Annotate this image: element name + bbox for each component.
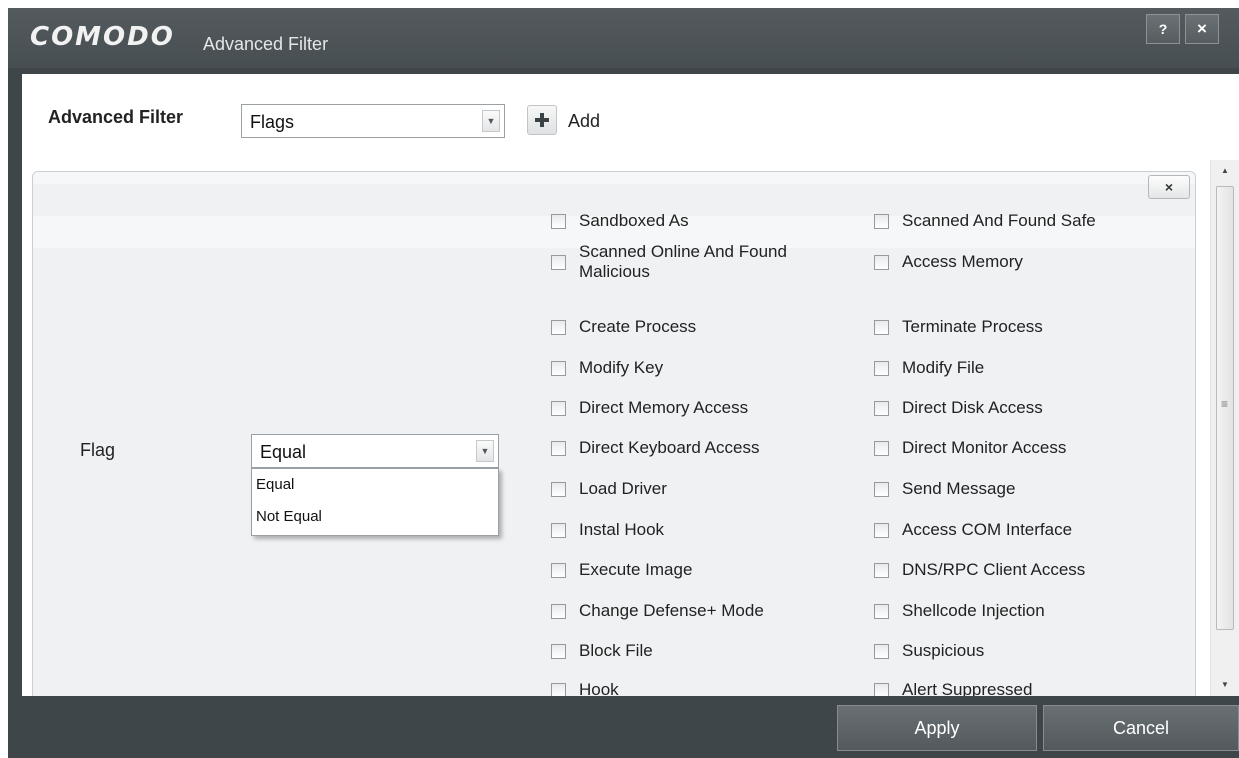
flag-checkbox-label: Modify File	[902, 358, 985, 377]
checkbox-box[interactable]	[874, 361, 889, 376]
window-title: Advanced Filter	[203, 34, 329, 54]
grip-icon: ≡	[1221, 397, 1229, 411]
flag-checkbox-label: Execute Image	[579, 560, 693, 579]
help-button[interactable]: ?	[1146, 14, 1180, 44]
advanced-filter-label: Advanced Filter	[48, 107, 184, 127]
flag-checkbox-label: Direct Disk Access	[902, 398, 1043, 417]
checkbox-box[interactable]	[551, 361, 566, 376]
checkbox-box[interactable]	[874, 482, 889, 497]
checkbox-box[interactable]	[874, 604, 889, 619]
row-stripe	[33, 172, 1195, 184]
chevron-down-icon[interactable]: ▼	[482, 110, 500, 132]
flag-checkbox-label: Direct Keyboard Access	[579, 438, 760, 457]
checkbox-box[interactable]	[551, 563, 566, 578]
flag-checkbox-label: Instal Hook	[579, 520, 665, 539]
checkbox-box[interactable]	[551, 644, 566, 659]
checkbox-box[interactable]	[874, 441, 889, 456]
checkbox-box[interactable]	[551, 441, 566, 456]
flag-checkbox-label: Terminate Process	[902, 317, 1043, 336]
checkbox-box[interactable]	[874, 563, 889, 578]
flag-checkbox-label: Direct Monitor Access	[902, 438, 1067, 457]
cancel-button[interactable]: Cancel	[1043, 705, 1239, 751]
flag-checkbox-label: Load Driver	[579, 479, 667, 498]
operator-value: Equal	[260, 442, 307, 462]
flag-checkbox-label: Scanned And Found Safe	[902, 211, 1096, 230]
checkbox-box[interactable]	[874, 320, 889, 335]
filter-type-dropdown[interactable]: Flags ▼	[241, 104, 505, 138]
chevron-down-icon[interactable]: ▼	[476, 440, 494, 462]
flag-checkbox-label: Send Message	[902, 479, 1016, 498]
comodo-logo: COMODO	[30, 22, 175, 52]
checkbox-box[interactable]	[874, 401, 889, 416]
filter-type-value: Flags	[250, 112, 295, 132]
flag-checkbox-label: Alert Suppressed	[902, 680, 1033, 696]
scroll-up-arrow-icon[interactable]: ▲	[1211, 160, 1239, 182]
checkbox-box[interactable]	[551, 523, 566, 538]
flag-checkbox-label: Sandboxed As	[579, 211, 689, 230]
flag-checkbox-label: Change Defense+ Mode	[579, 601, 764, 620]
plus-icon	[535, 113, 549, 127]
add-filter-button[interactable]	[527, 105, 557, 135]
apply-button[interactable]: Apply	[837, 705, 1037, 751]
flag-checkbox-label: Block File	[579, 641, 653, 660]
flag-filter-panel: × Flag Equal ▼ Equal Not Equal Sandboxed…	[32, 171, 1196, 696]
advanced-filter-window: COMODO Advanced Filter ? × Advanced Filt…	[8, 8, 1239, 758]
checkbox-box[interactable]	[874, 683, 889, 696]
flag-checkbox-label: Hook	[579, 680, 619, 696]
checkbox-box[interactable]	[874, 214, 889, 229]
checkbox-box[interactable]	[551, 401, 566, 416]
checkbox-box[interactable]	[551, 482, 566, 497]
checkbox-box[interactable]	[874, 644, 889, 659]
operator-dropdown[interactable]: Equal ▼	[251, 434, 499, 468]
flag-checkbox-label: Direct Memory Access	[579, 398, 749, 417]
checkbox-box[interactable]	[551, 320, 566, 335]
flag-field-label: Flag	[80, 440, 116, 460]
flag-checkbox-label: Access COM Interface	[902, 520, 1073, 539]
checkbox-box[interactable]	[874, 523, 889, 538]
checkbox-box[interactable]	[551, 255, 566, 270]
operator-options-list: Equal Not Equal	[251, 468, 499, 536]
operator-option-equal[interactable]: Equal	[256, 476, 294, 493]
flag-checkbox-label: Access Memory	[902, 252, 1023, 271]
flag-checkbox-label: Scanned Online And Found Malicious	[579, 242, 787, 281]
checkbox-box[interactable]	[874, 255, 889, 270]
scroll-thumb[interactable]: ≡	[1216, 186, 1234, 630]
scroll-down-arrow-icon[interactable]: ▼	[1211, 674, 1239, 696]
title-bar: COMODO Advanced Filter ? ×	[8, 8, 1239, 68]
flag-checkbox-label: Suspicious	[902, 641, 985, 660]
filter-content: Advanced Filter Flags ▼ Add × Flag Equal…	[22, 74, 1239, 696]
flag-checkbox-label: Create Process	[579, 317, 697, 336]
close-window-button[interactable]: ×	[1185, 14, 1219, 44]
flag-checkbox-label: Modify Key	[579, 358, 664, 377]
flag-checkbox-label: Shellcode Injection	[902, 601, 1045, 620]
flag-checkbox-label: DNS/RPC Client Access	[902, 560, 1086, 579]
operator-option-not-equal[interactable]: Not Equal	[256, 508, 322, 525]
checkbox-box[interactable]	[551, 604, 566, 619]
checkbox-box[interactable]	[551, 214, 566, 229]
remove-filter-button[interactable]: ×	[1148, 175, 1190, 199]
vertical-scrollbar[interactable]: ▲ ≡ ▼	[1210, 160, 1239, 696]
add-filter-label[interactable]: Add	[568, 111, 600, 132]
checkbox-box[interactable]	[551, 683, 566, 696]
